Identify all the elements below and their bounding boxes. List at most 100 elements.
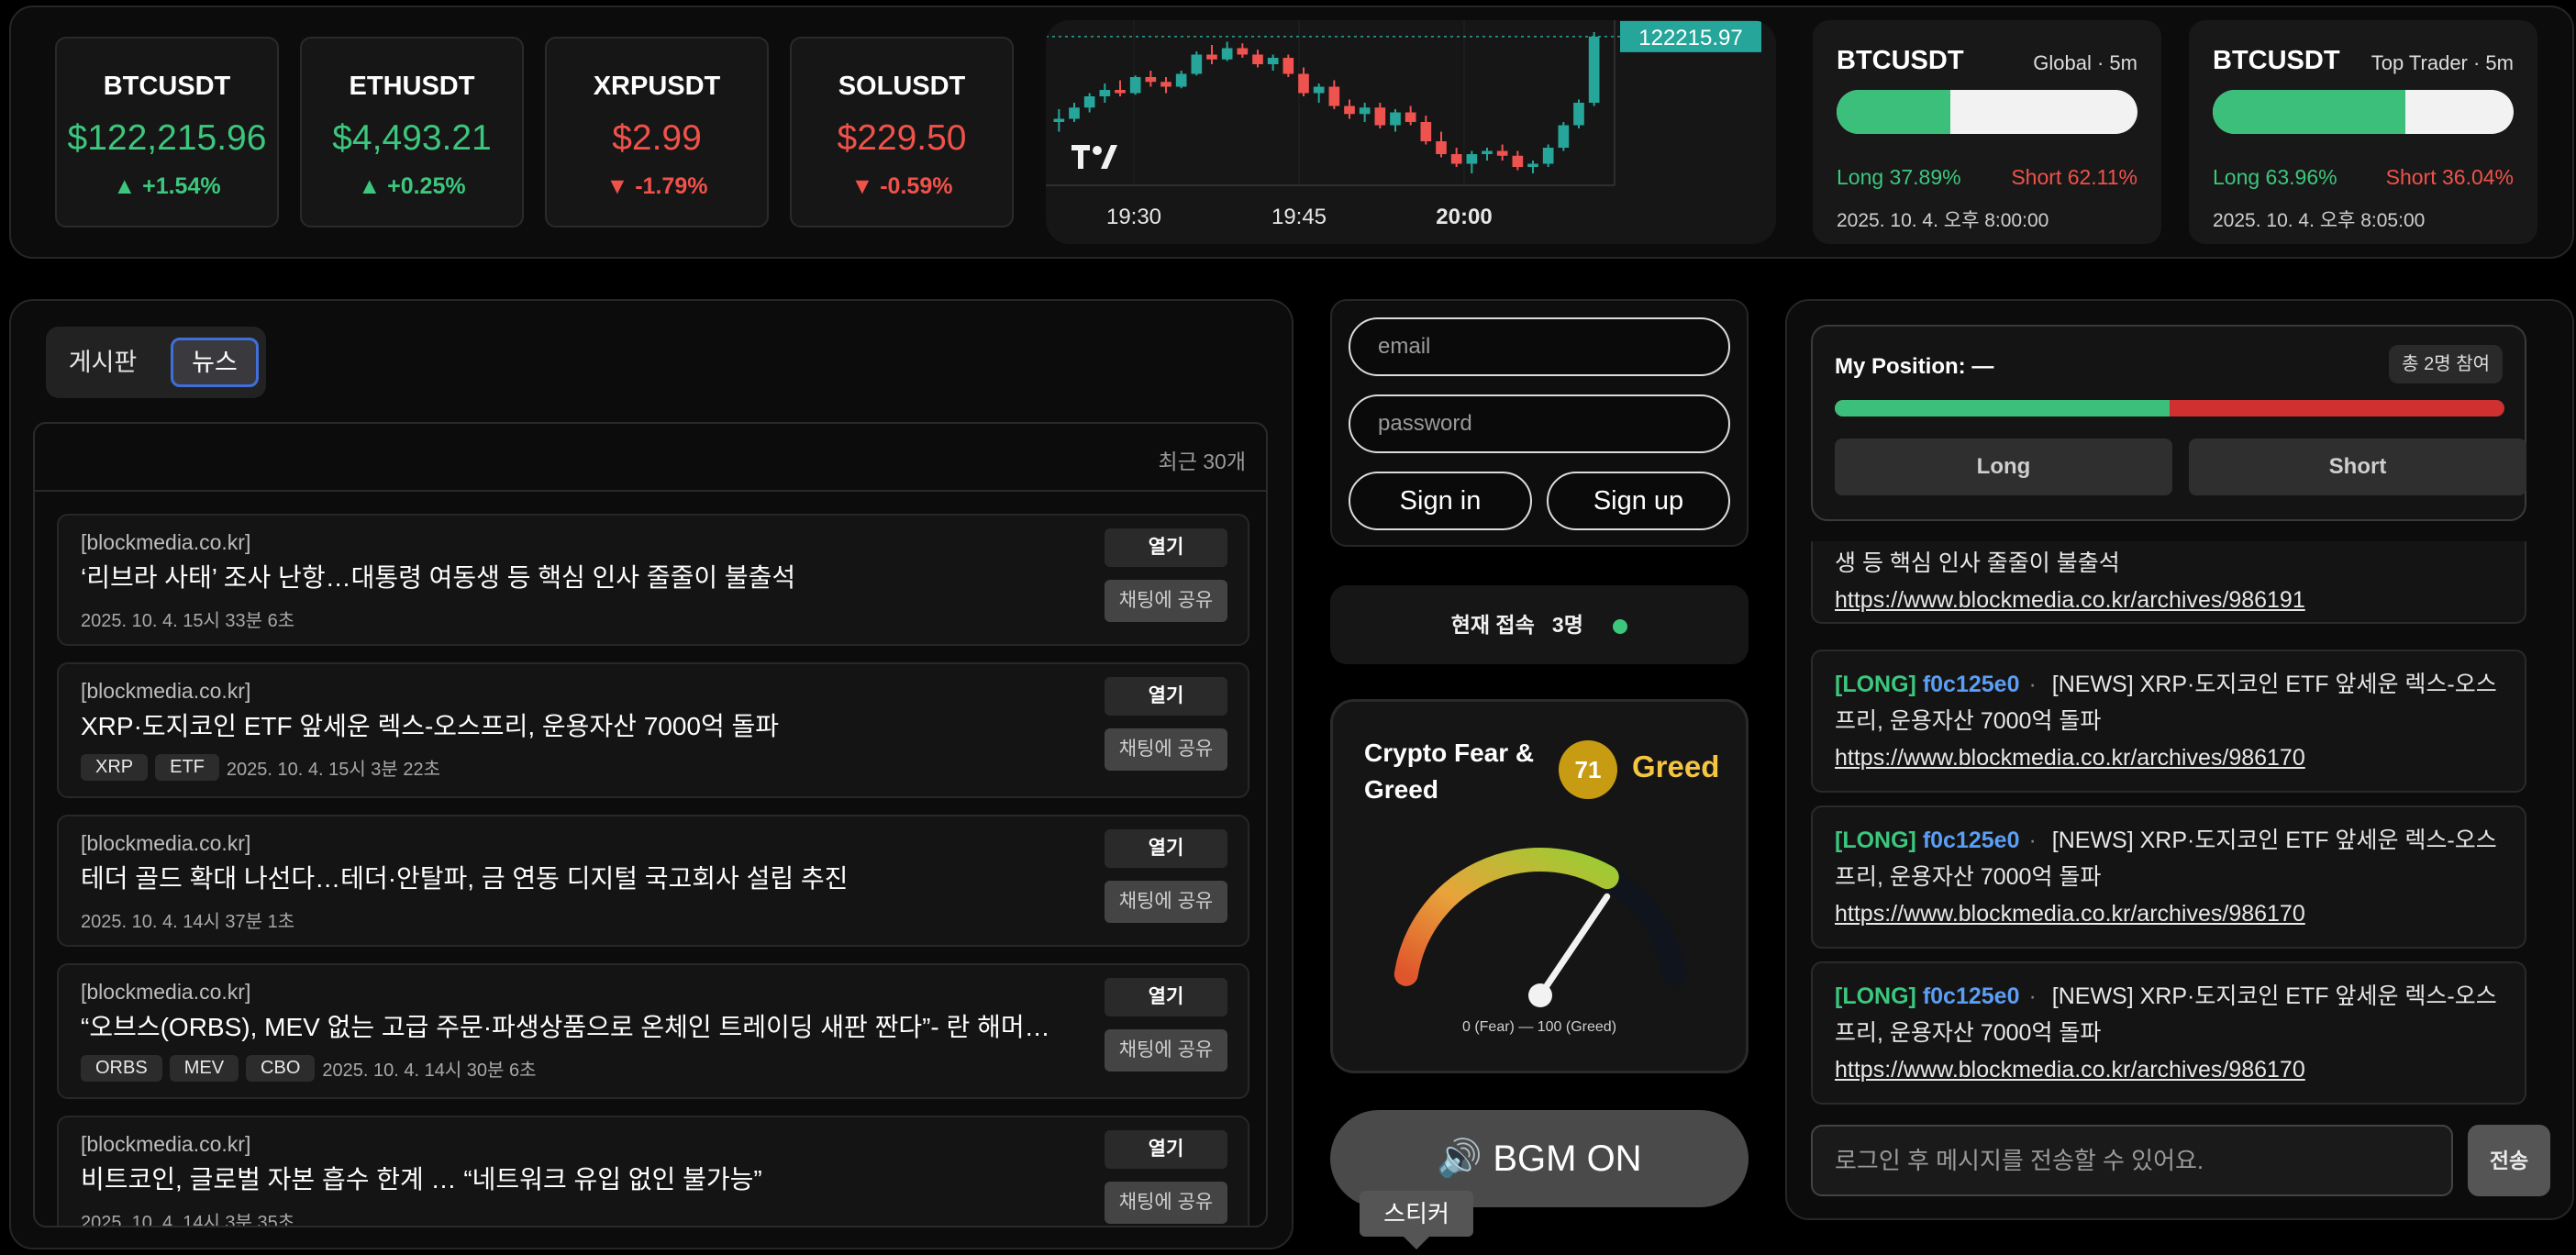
separator: ·	[2028, 827, 2037, 853]
ticker-change: ▼ -0.59%	[850, 173, 953, 199]
ticker-change: ▼ -1.79%	[605, 173, 708, 199]
news-list[interactable]: 최근 30개 [blockmedia.co.kr] ‘리브라 사태’ 조사 난항…	[33, 422, 1268, 1227]
candle-body	[1282, 58, 1294, 74]
chat-message-link[interactable]: https://www.blockmedia.co.kr/archives/98…	[1835, 901, 2305, 927]
candle-body	[1405, 112, 1416, 122]
online-status-dot-icon	[1613, 618, 1628, 634]
news-meta: ORBS MEV CBO 2025. 10. 4. 14시 30분 6초	[81, 1055, 537, 1082]
chat-user-id[interactable]: f0c125e0	[1923, 827, 2020, 853]
news-meta: 2025. 10. 4. 14시 37분 1초	[81, 906, 294, 933]
tradingview-logo-icon	[1071, 145, 1117, 169]
long-button[interactable]: Long	[1835, 439, 2172, 495]
candle-body	[1374, 107, 1386, 126]
ticker-card[interactable]: ETHUSDT $4,493.21 ▲ +0.25%	[300, 37, 524, 228]
email-field[interactable]	[1349, 317, 1730, 376]
chat-user-id[interactable]: f0c125e0	[1923, 672, 2020, 697]
candle-body	[1527, 163, 1538, 167]
divider	[35, 490, 1266, 492]
sign-up-button[interactable]: Sign up	[1547, 472, 1730, 530]
chat-message: [LONG] f0c125e0 · [NEWS] XRP·도지코인 ETF 앞세운…	[1811, 650, 2526, 793]
candle-body	[1344, 106, 1355, 115]
x-tick-label: 19:45	[1271, 205, 1327, 229]
long-short-global-card: BTCUSDT Global · 5m Long 37.89% Short 62…	[1813, 20, 2161, 244]
x-tick-label: 19:30	[1106, 205, 1161, 229]
online-users: 현재 접속 3명	[1330, 585, 1749, 664]
ls-long-pct: Long 63.96%	[2213, 165, 2337, 189]
position-tag: [LONG]	[1835, 983, 1916, 1009]
news-item: [blockmedia.co.kr] “오브스(ORBS), MEV 없는 고급…	[57, 963, 1249, 1099]
news-title[interactable]: “오브스(ORBS), MEV 없는 고급 주문·파생상품으로 온체인 트레이딩…	[81, 1007, 1053, 1044]
news-title[interactable]: 테더 골드 확대 나선다…테더·안탈파, 금 연동 디지털 국고회사 설립 추진	[81, 859, 1053, 895]
share-to-chat-button[interactable]: 채팅에 공유	[1105, 1029, 1227, 1072]
chat-user-id[interactable]: f0c125e0	[1923, 983, 2020, 1009]
share-to-chat-button[interactable]: 채팅에 공유	[1105, 1182, 1227, 1224]
ticker-card[interactable]: BTCUSDT $122,215.96 ▲ +1.54%	[55, 37, 279, 228]
open-button[interactable]: 열기	[1105, 978, 1227, 1016]
login-form: Sign in Sign up	[1330, 299, 1749, 547]
ls-ratio-bar	[1837, 90, 2137, 134]
ls-long-fill	[1837, 90, 1951, 134]
news-tag[interactable]: MEV	[169, 1055, 239, 1082]
share-to-chat-button[interactable]: 채팅에 공유	[1105, 580, 1227, 622]
chat-message-text: 생 등 핵심 인사 줄줄이 불출석	[1835, 550, 2120, 576]
share-to-chat-button[interactable]: 채팅에 공유	[1105, 728, 1227, 771]
news-title[interactable]: 비트코인, 글로벌 자본 흡수 한계 … “네트워크 유입 없인 불가능”	[81, 1160, 1053, 1196]
chat-message: 생 등 핵심 인사 줄줄이 불출석 https://www.blockmedia…	[1811, 541, 2526, 624]
chat-message-link[interactable]: https://www.blockmedia.co.kr/archives/98…	[1835, 1057, 2305, 1083]
separator: ·	[2028, 672, 2037, 697]
send-button[interactable]: 전송	[2468, 1125, 2550, 1196]
news-item: [blockmedia.co.kr] 비트코인, 글로벌 자본 흡수 한계 … …	[57, 1116, 1249, 1226]
candlestick-chart[interactable]: 19:30 19:45 20:00 122215.97	[1046, 20, 1776, 244]
candle-body	[1252, 54, 1263, 64]
news-source: [blockmedia.co.kr]	[81, 530, 251, 554]
fear-greed-caption: 0 (Fear) — 100 (Greed)	[1461, 1019, 1617, 1035]
candle-body	[1588, 36, 1600, 103]
ticker-card[interactable]: XRPUSDT $2.99 ▼ -1.79%	[545, 37, 769, 228]
ticker-symbol: BTCUSDT	[103, 72, 231, 101]
news-meta: 2025. 10. 4. 15시 33분 6초	[81, 605, 294, 632]
news-title[interactable]: XRP·도지코인 ETF 앞세운 렉스-오스프리, 운용자산 7000억 돌파	[81, 706, 1053, 743]
news-title[interactable]: ‘리브라 사태’ 조사 난항…대통령 여동생 등 핵심 인사 줄줄이 불출석	[81, 558, 1053, 594]
news-source: [blockmedia.co.kr]	[81, 831, 251, 855]
news-time: 2025. 10. 4. 15시 33분 6초	[81, 611, 295, 631]
fear-greed-card: Crypto Fear & Greed 71 Greed 0 (Fear) — …	[1330, 699, 1749, 1073]
chat-message: [LONG] f0c125e0 · [NEWS] XRP·도지코인 ETF 앞세운…	[1811, 961, 2526, 1105]
chat-message-link[interactable]: https://www.blockmedia.co.kr/archives/98…	[1835, 587, 2305, 613]
news-tag[interactable]: CBO	[246, 1055, 316, 1082]
ticker-price: $229.50	[837, 118, 967, 158]
chat-input[interactable]	[1811, 1125, 2453, 1196]
gauge-needle	[1537, 893, 1611, 999]
ticker-symbol: XRPUSDT	[593, 72, 721, 101]
share-to-chat-button[interactable]: 채팅에 공유	[1105, 881, 1227, 923]
ls-short-pct: Short 36.04%	[2385, 165, 2514, 189]
price-chart[interactable]: 19:30 19:45 20:00 122215.97	[1046, 20, 1776, 244]
chat-message-link[interactable]: https://www.blockmedia.co.kr/archives/98…	[1835, 745, 2305, 771]
open-button[interactable]: 열기	[1105, 1130, 1227, 1169]
password-field[interactable]	[1349, 394, 1730, 453]
position-tag: [LONG]	[1835, 672, 1916, 697]
candle-body	[1436, 141, 1447, 154]
candle-body	[1053, 118, 1065, 122]
candle-body	[1206, 54, 1217, 60]
tab-board[interactable]: 게시판	[57, 338, 149, 387]
tab-news[interactable]: 뉴스	[171, 338, 259, 387]
sign-in-button[interactable]: Sign in	[1349, 472, 1532, 530]
news-item: [blockmedia.co.kr] 테더 골드 확대 나선다…테더·안탈파, …	[57, 815, 1249, 947]
open-button[interactable]: 열기	[1105, 829, 1227, 868]
open-button[interactable]: 열기	[1105, 528, 1227, 567]
candle-body	[1160, 82, 1171, 87]
online-count: 3명	[1551, 613, 1583, 637]
news-tag[interactable]: XRP	[81, 754, 149, 781]
open-button[interactable]: 열기	[1105, 677, 1227, 716]
ticker-card[interactable]: SOLUSDT $229.50 ▼ -0.59%	[790, 37, 1014, 228]
candle-body	[1237, 48, 1249, 55]
ls-long-fill	[2213, 90, 2405, 134]
ls-scope: Top Trader · 5m	[2371, 51, 2514, 74]
news-tag[interactable]: ETF	[155, 754, 219, 781]
news-tag[interactable]: ORBS	[81, 1055, 162, 1082]
ticker-price: $4,493.21	[332, 118, 492, 158]
candle-body	[1313, 86, 1325, 94]
short-button[interactable]: Short	[2189, 439, 2526, 495]
sticker-button[interactable]: 스티커	[1360, 1191, 1473, 1237]
candle-body	[1390, 112, 1401, 126]
